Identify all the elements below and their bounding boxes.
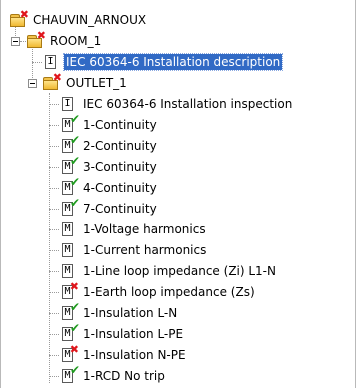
measurement-pass-icon: M ✔ — [59, 364, 80, 384]
tree-node-measurement[interactable]: M 1-Line loop impedance (Zi) L1-N — [59, 261, 278, 281]
tree-node-measurement[interactable]: I IEC 60364-6 Installation inspection — [59, 94, 294, 114]
tree-node-measurement[interactable]: M ✔ 1-Continuity — [59, 113, 159, 135]
tree-guide-line — [49, 145, 59, 147]
tree-node-measurement[interactable]: M ✖ 1-Insulation N-PE — [59, 344, 188, 365]
tree-node-label: 1-Insulation N-PE — [83, 347, 186, 362]
tree-node-outlet[interactable]: ✖ OUTLET_1 — [42, 72, 129, 93]
tree-node-label: 1-Insulation L-PE — [83, 326, 184, 341]
tree-node-measurement[interactable]: M ✖ 1-Earth loop impedance (Zs) — [59, 281, 257, 302]
tree-node-label: 1-Line loop impedance (Zi) L1-N — [83, 264, 276, 279]
tree-guide-line — [49, 271, 59, 273]
info-document-icon: I — [42, 54, 60, 70]
folder-error-icon: ✖ — [42, 72, 62, 91]
tree-guide-line — [32, 62, 42, 63]
tree-node-measurement[interactable]: M ✔ 4-Continuity — [59, 176, 159, 198]
tree-node-room-description[interactable]: I IEC 60364-6 Installation description — [42, 52, 284, 72]
tree-guide-line — [49, 333, 59, 335]
tree-guide-line — [49, 208, 59, 210]
tree-node-measurement[interactable]: M ✔ 3-Continuity — [59, 155, 159, 177]
tree-node-label: 1-RCD No trip — [83, 368, 165, 383]
measurement-pass-icon: M ✔ — [59, 155, 80, 175]
tree-guide-line — [49, 354, 59, 356]
collapse-toggle[interactable] — [11, 37, 20, 46]
tree-node-label: 1-Insulation L-N — [83, 306, 178, 320]
measurement-pass-icon: M ✔ — [59, 301, 80, 321]
tree-node-measurement[interactable]: M 1-Voltage harmonics — [59, 219, 208, 239]
measurement-pass-icon: M ✔ — [59, 176, 80, 196]
tree-node-measurement[interactable]: M ✔ 2-Continuity — [59, 134, 159, 156]
info-document-icon: I — [59, 96, 77, 112]
measurement-document-icon: M — [59, 263, 77, 279]
measurement-pass-icon: M ✔ — [59, 134, 80, 154]
tree-node-label: OUTLET_1 — [66, 76, 127, 90]
tree-node-label: IEC 60364-6 Installation description — [62, 53, 284, 71]
measurement-fail-icon: M ✖ — [59, 344, 79, 363]
measurement-pass-icon: M ✔ — [59, 113, 80, 133]
tree-node-label: 2-Continuity — [83, 138, 157, 153]
tree-node-room[interactable]: ✖ ROOM_1 — [26, 30, 103, 51]
tree-node-measurement[interactable]: M ✔ 1-RCD No trip — [59, 364, 167, 386]
tree-node-label: 1-Voltage harmonics — [83, 222, 206, 237]
tree-node-label: 1-Continuity — [83, 117, 157, 132]
measurement-tree[interactable]: ✖ CHAUVIN_ARNOUX ✖ ROOM_1 I IEC 60364-6 … — [0, 0, 356, 388]
tree-node-label: 3-Continuity — [83, 159, 157, 174]
tree-node-measurement[interactable]: M ✔ 1-Insulation L-PE — [59, 322, 185, 344]
folder-error-icon: ✖ — [26, 30, 46, 49]
tree-node-label: 4-Continuity — [83, 180, 157, 195]
tree-node-label: 7-Continuity — [83, 201, 157, 216]
tree-node-measurement[interactable]: M ✔ 7-Continuity — [59, 197, 159, 219]
tree-node-label: CHAUVIN_ARNOUX — [33, 13, 147, 27]
tree-node-label: 1-Earth loop impedance (Zs) — [83, 285, 255, 300]
tree-guide-line — [49, 292, 59, 294]
measurement-document-icon: M — [59, 221, 77, 237]
tree-node-root[interactable]: ✖ CHAUVIN_ARNOUX — [9, 9, 148, 30]
tree-node-label: IEC 60364-6 Installation inspection — [83, 97, 293, 111]
collapse-toggle[interactable] — [28, 79, 37, 88]
measurement-pass-icon: M ✔ — [59, 197, 80, 217]
tree-guide-line — [49, 124, 59, 126]
tree-guide-line — [49, 375, 59, 377]
tree-guide-line — [49, 104, 59, 105]
tree-guide-line — [49, 93, 50, 383]
measurement-document-icon: M — [59, 242, 77, 258]
tree-guide-line — [49, 187, 59, 189]
tree-node-measurement[interactable]: M ✔ 1-Insulation L-N — [59, 301, 179, 323]
tree-guide-line — [49, 313, 59, 314]
tree-node-label: 1-Current harmonics — [83, 243, 207, 258]
tree-node-label: ROOM_1 — [50, 34, 102, 48]
measurement-pass-icon: M ✔ — [59, 322, 80, 342]
tree-guide-line — [49, 250, 59, 252]
tree-guide-line — [49, 166, 59, 168]
measurement-fail-icon: M ✖ — [59, 281, 79, 300]
tree-node-measurement[interactable]: M 1-Current harmonics — [59, 240, 208, 260]
folder-error-icon: ✖ — [9, 9, 29, 28]
tree-guide-line — [49, 229, 59, 231]
